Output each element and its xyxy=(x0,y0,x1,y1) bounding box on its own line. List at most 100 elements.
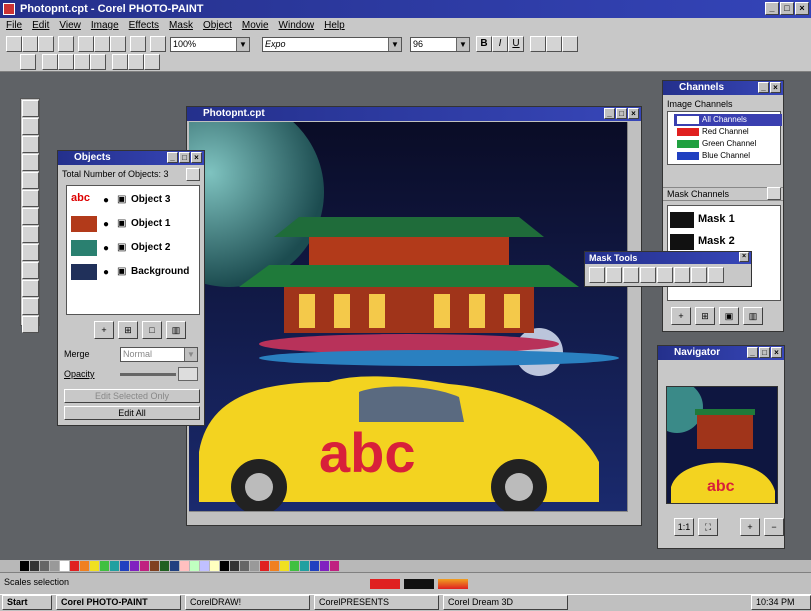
italic-button[interactable]: I xyxy=(492,36,508,52)
clone-tool-icon[interactable] xyxy=(22,316,39,333)
menu-window[interactable]: Window xyxy=(279,18,315,34)
maximize-button[interactable]: □ xyxy=(780,2,794,15)
effect-tool-icon[interactable] xyxy=(22,298,39,315)
eyedropper-icon[interactable] xyxy=(22,172,39,189)
delete-mask-icon[interactable]: ▥ xyxy=(743,307,763,325)
merge-select[interactable]: Normal ▼ xyxy=(120,347,198,362)
pick-tool-icon[interactable] xyxy=(22,100,39,117)
object-picker-icon[interactable] xyxy=(20,54,36,70)
list-item[interactable]: ● ▣ Object 2 xyxy=(71,238,211,260)
load-mask-icon[interactable]: ⊞ xyxy=(695,307,715,325)
actual-size-icon[interactable]: 1:1 xyxy=(674,518,694,536)
lasso-mask-icon[interactable] xyxy=(640,267,656,283)
mask-icon[interactable] xyxy=(144,54,160,70)
minimize-button[interactable]: _ xyxy=(167,152,178,163)
task-coreldraw[interactable]: CorelDRAW! xyxy=(185,595,310,610)
eye-icon[interactable]: ● xyxy=(103,243,109,254)
menu-movie[interactable]: Movie xyxy=(242,18,269,34)
marquee-icon[interactable] xyxy=(128,54,144,70)
duplicate-icon[interactable]: □ xyxy=(142,321,162,339)
color-palette[interactable] xyxy=(0,560,811,572)
fill-pattern-swatch[interactable] xyxy=(438,579,468,589)
rectangle-tool-icon[interactable] xyxy=(22,226,39,243)
lock-icon[interactable]: ▣ xyxy=(117,218,126,229)
task-dream3d[interactable]: Corel Dream 3D xyxy=(443,595,568,610)
menu-edit[interactable]: Edit xyxy=(32,18,49,34)
close-button[interactable]: × xyxy=(795,2,809,15)
minimize-button[interactable]: _ xyxy=(758,82,769,93)
menu-mask[interactable]: Mask xyxy=(169,18,193,34)
zoom-out-icon[interactable]: − xyxy=(764,518,784,536)
lock-icon[interactable]: ▣ xyxy=(117,266,126,277)
print-icon[interactable] xyxy=(58,36,74,52)
cut-icon[interactable] xyxy=(78,36,94,52)
magic-wand-mask-icon[interactable] xyxy=(674,267,690,283)
fit-window-icon[interactable]: ⛶ xyxy=(698,518,718,536)
align-right-icon[interactable] xyxy=(562,36,578,52)
minimize-button[interactable]: _ xyxy=(765,2,779,15)
font-select[interactable]: Expo ▼ xyxy=(262,37,402,52)
channel-row-red[interactable]: Red Channel xyxy=(674,126,782,138)
perspective-mode-icon[interactable] xyxy=(112,54,128,70)
zoom-select[interactable]: 100% ▼ xyxy=(170,37,250,52)
bold-button[interactable]: B xyxy=(476,36,492,52)
rectangle-mask-icon[interactable] xyxy=(589,267,605,283)
close-button[interactable]: × xyxy=(770,82,781,93)
text-tool-icon[interactable] xyxy=(22,244,39,261)
opacity-slider[interactable] xyxy=(120,373,176,376)
channel-row-green[interactable]: Green Channel xyxy=(674,138,782,150)
brush-mask-icon[interactable] xyxy=(691,267,707,283)
list-item[interactable]: Mask 1 xyxy=(670,210,780,230)
channel-row-blue[interactable]: Blue Channel xyxy=(674,150,782,162)
close-button[interactable]: × xyxy=(191,152,202,163)
scale-mode-icon[interactable] xyxy=(58,54,74,70)
list-item[interactable]: ● ▣ Object 1 xyxy=(71,214,211,236)
transform-mask-icon[interactable] xyxy=(708,267,724,283)
open-file-icon[interactable] xyxy=(22,36,38,52)
circle-mask-icon[interactable] xyxy=(606,267,622,283)
horizontal-scrollbar[interactable] xyxy=(189,511,627,523)
abc-text-object[interactable]: abc xyxy=(319,421,416,484)
eraser-icon[interactable] xyxy=(22,190,39,207)
opacity-value-field[interactable] xyxy=(178,367,198,381)
menu-view[interactable]: View xyxy=(59,18,81,34)
distort-mode-icon[interactable] xyxy=(90,54,106,70)
align-center-icon[interactable] xyxy=(546,36,562,52)
save-icon[interactable] xyxy=(38,36,54,52)
list-item[interactable]: ● ▣ Background xyxy=(71,262,211,284)
minimize-button[interactable]: _ xyxy=(747,347,758,358)
copy-icon[interactable] xyxy=(94,36,110,52)
crop-tool-icon[interactable] xyxy=(22,136,39,153)
skew-mode-icon[interactable] xyxy=(74,54,90,70)
list-item[interactable]: abc ● ▣ Object 3 xyxy=(71,190,211,212)
vertical-scrollbar[interactable] xyxy=(627,122,639,512)
paper-color-swatch[interactable] xyxy=(404,579,434,589)
eye-icon[interactable]: ● xyxy=(103,219,109,230)
minimize-button[interactable]: _ xyxy=(604,108,615,119)
fill-tool-icon[interactable] xyxy=(22,262,39,279)
freehand-mask-icon[interactable] xyxy=(623,267,639,283)
new-file-icon[interactable] xyxy=(6,36,22,52)
task-corelpresents[interactable]: CorelPRESENTS xyxy=(314,595,439,610)
undo-icon[interactable] xyxy=(130,36,146,52)
zoom-tool-icon[interactable] xyxy=(150,36,166,52)
menu-effects[interactable]: Effects xyxy=(129,18,159,34)
save-mask-icon[interactable]: ▣ xyxy=(719,307,739,325)
edit-all-button[interactable]: Edit All xyxy=(64,406,200,420)
eye-icon[interactable]: ● xyxy=(103,195,109,206)
edit-selected-button[interactable]: Edit Selected Only xyxy=(64,389,200,403)
close-button[interactable]: × xyxy=(771,347,782,358)
delete-object-icon[interactable]: ▥ xyxy=(166,321,186,339)
menu-help[interactable]: Help xyxy=(324,18,345,34)
font-size-select[interactable]: 96 ▼ xyxy=(410,37,470,52)
panel-menu-arrow-icon[interactable] xyxy=(186,168,200,181)
scissors-mask-icon[interactable] xyxy=(657,267,673,283)
lock-icon[interactable]: ▣ xyxy=(117,242,126,253)
channel-row-all[interactable]: All Channels xyxy=(674,114,782,126)
maximize-button[interactable]: □ xyxy=(759,347,770,358)
paste-icon[interactable] xyxy=(110,36,126,52)
zoom-icon[interactable] xyxy=(22,154,39,171)
image-canvas[interactable]: abc xyxy=(189,122,629,512)
brush-tool-icon[interactable] xyxy=(22,280,39,297)
zoom-in-icon[interactable]: + xyxy=(740,518,760,536)
